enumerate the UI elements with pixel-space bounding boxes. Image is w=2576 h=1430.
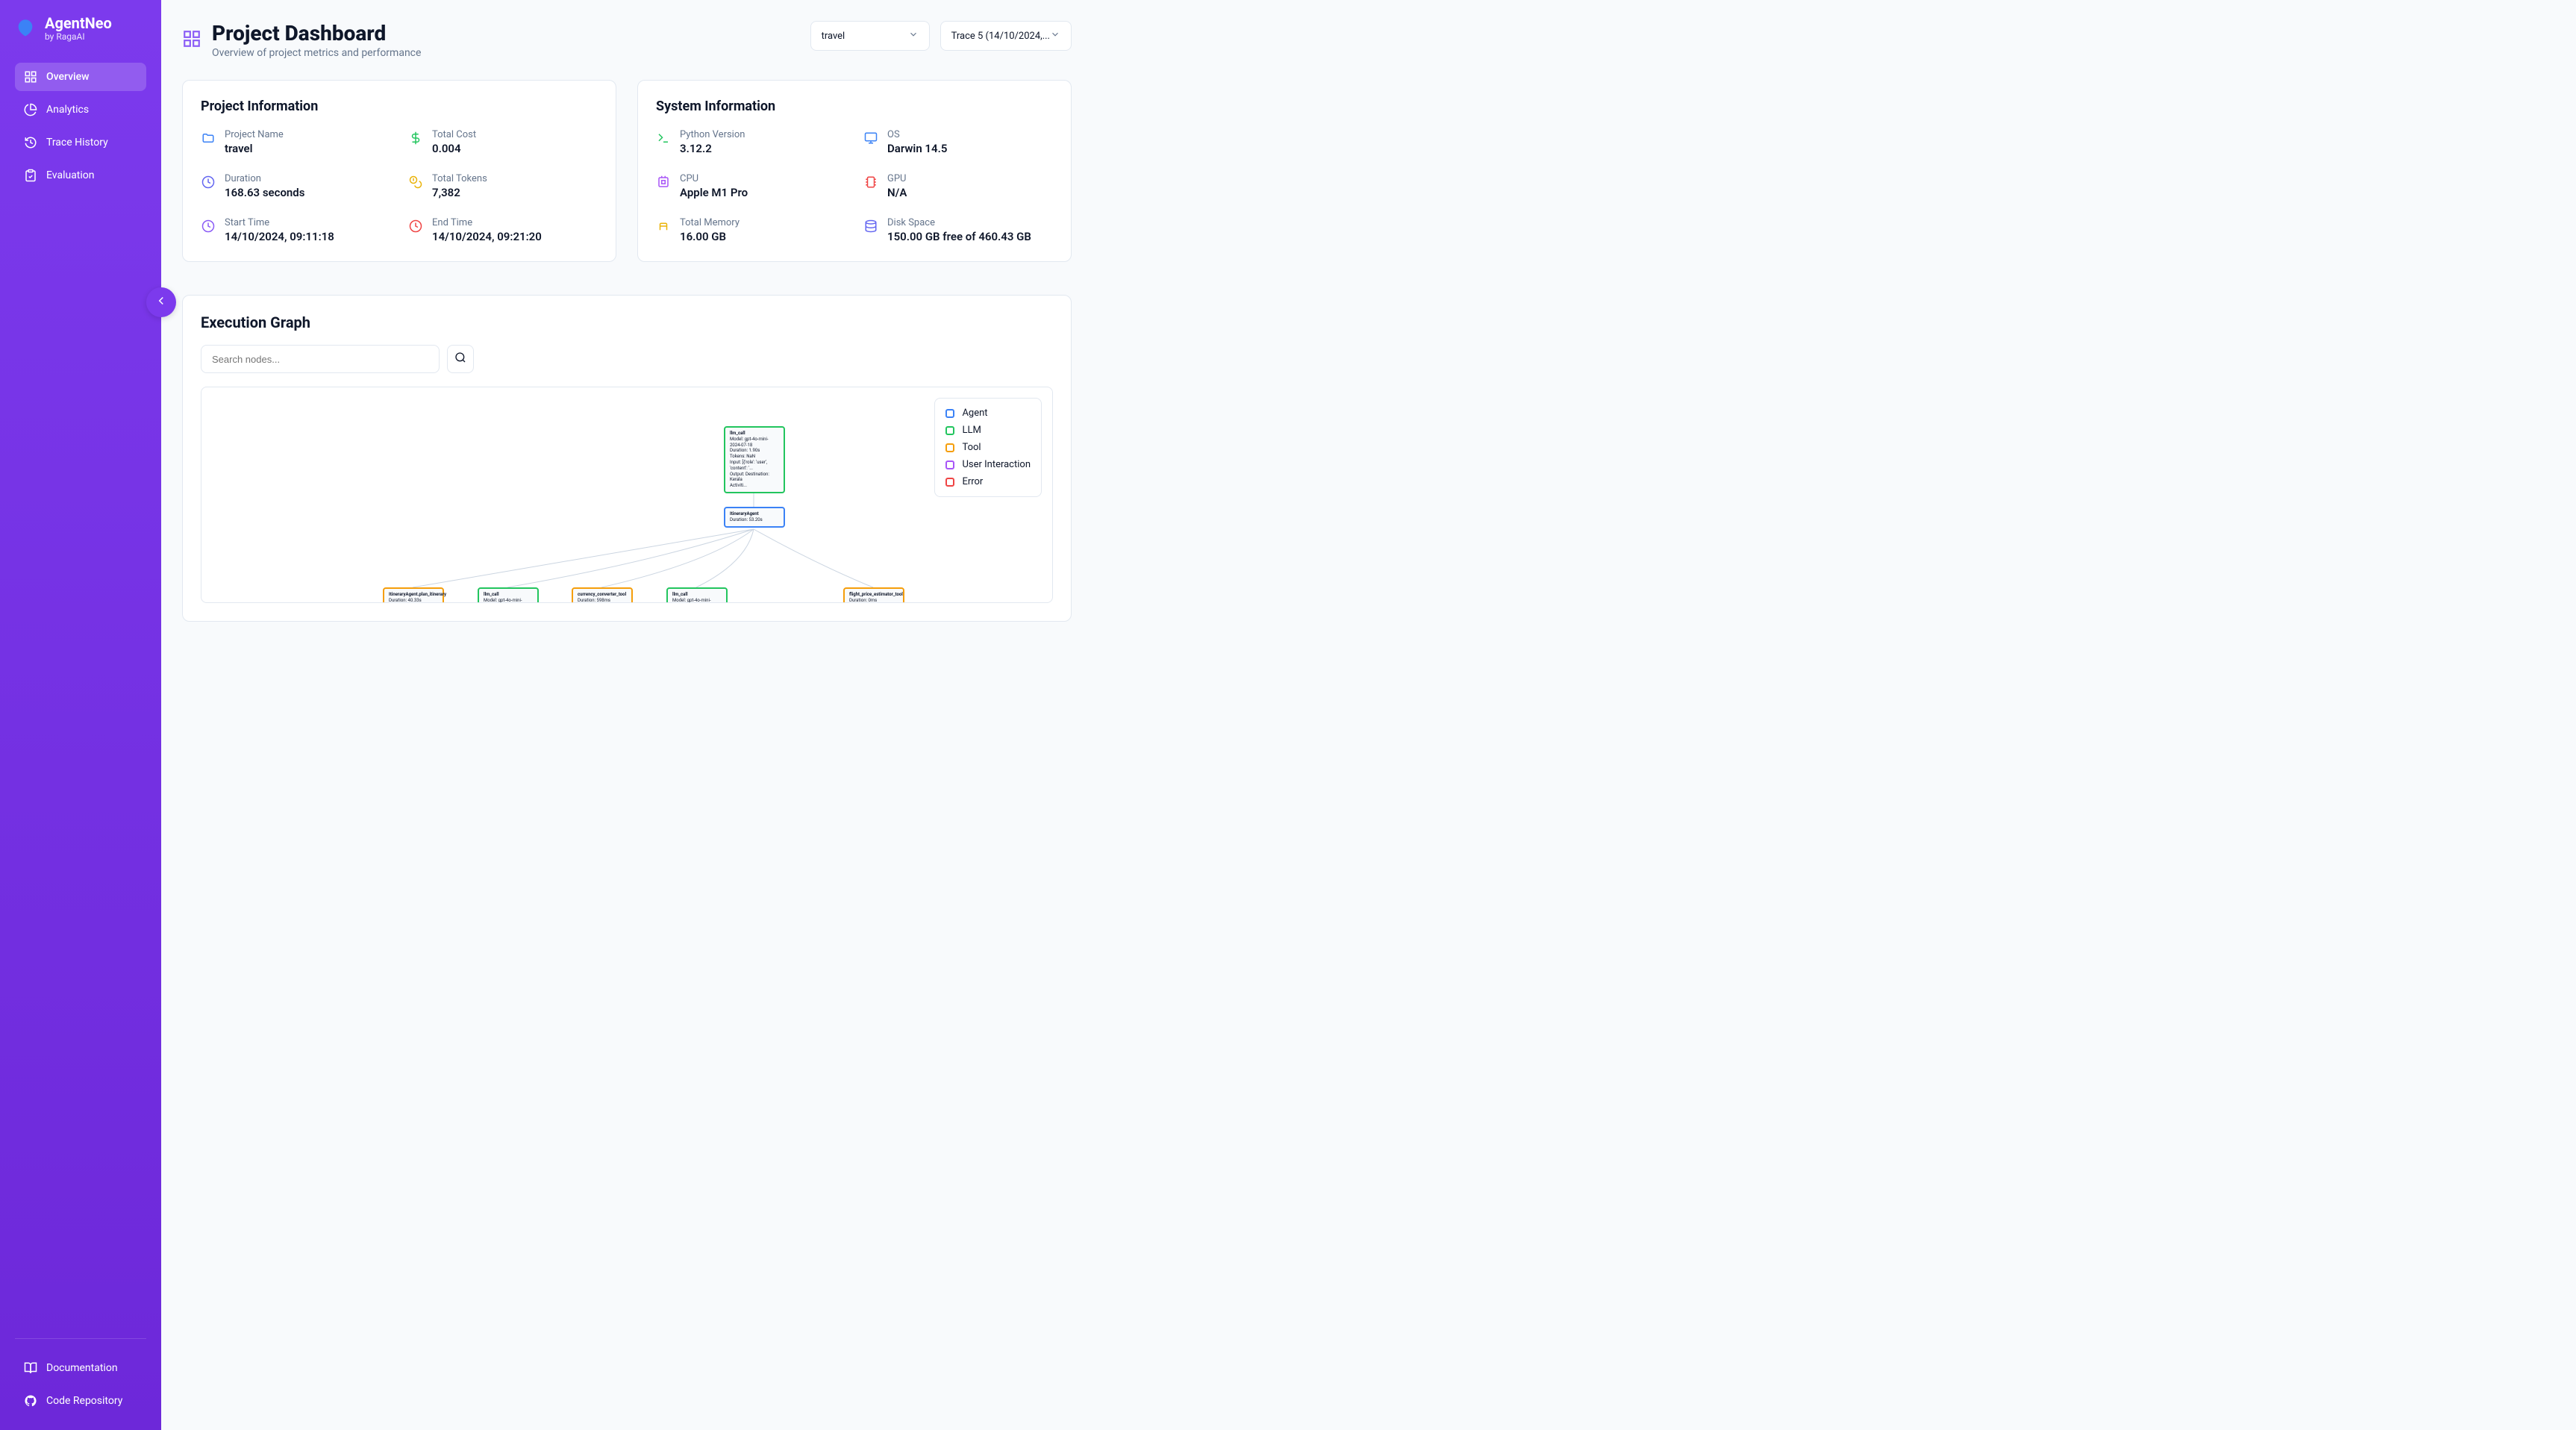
metric-total-cost: Total Cost0.004 (408, 129, 598, 155)
metric-total-tokens: Total Tokens7,382 (408, 173, 598, 199)
graph-node-llm-call-3[interactable]: llm_call Model: gpt-4o-mini-2024-07-18 D… (666, 587, 728, 603)
graph-node-llm-call-2[interactable]: llm_call Model: gpt-4o-mini-2024-07-18 D… (478, 587, 539, 603)
sidebar-item-label: Code Repository (46, 1395, 122, 1407)
brand: AgentNeo by RagaAI (15, 15, 146, 42)
page-header: Project Dashboard Overview of project me… (182, 21, 1072, 59)
brand-subtitle: by RagaAI (45, 31, 112, 42)
sidebar-footer: Documentation Code Repository (15, 1338, 146, 1415)
folder-icon (201, 131, 216, 146)
sidebar-item-evaluation[interactable]: Evaluation (15, 161, 146, 190)
metric-project-name: Project Nametravel (201, 129, 390, 155)
graph-legend: Agent LLM Tool User Interaction Error (934, 398, 1042, 497)
legend-swatch-icon (945, 443, 954, 452)
graph-node-itinerary-agent[interactable]: ItineraryAgent Duration: 53.20s (724, 507, 785, 528)
legend-swatch-icon (945, 478, 954, 487)
legend-swatch-icon (945, 426, 954, 435)
sidebar-item-label: Analytics (46, 104, 89, 116)
dashboard-icon (24, 70, 37, 84)
chevron-down-icon (908, 29, 919, 43)
metric-memory: Total Memory16.00 GB (656, 217, 845, 243)
cpu-icon (656, 175, 671, 190)
metric-python: Python Version3.12.2 (656, 129, 845, 155)
system-info-title: System Information (656, 99, 1053, 114)
project-select[interactable]: travel (810, 21, 930, 51)
graph-node-currency-converter[interactable]: currency_converter_tool Duration: 598ms … (572, 587, 633, 603)
sidebar-item-label: Documentation (46, 1362, 118, 1374)
metric-start-time: Start Time14/10/2024, 09:11:18 (201, 217, 390, 243)
execution-graph-card: Execution Graph llm_call Model: gpt-4o-m… (182, 295, 1072, 622)
page-title: Project Dashboard (212, 21, 421, 46)
chip-icon (863, 175, 878, 190)
graph-canvas[interactable]: llm_call Model: gpt-4o-mini-2024-07-18 D… (201, 387, 1053, 603)
sidebar: AgentNeo by RagaAI Overview Analytics Tr… (0, 0, 161, 1430)
sidebar-item-documentation[interactable]: Documentation (15, 1354, 146, 1382)
sidebar-item-label: Overview (46, 71, 89, 83)
graph-edges (201, 387, 1052, 602)
metric-disk: Disk Space150.00 GB free of 460.43 GB (863, 217, 1053, 243)
sidebar-item-analytics[interactable]: Analytics (15, 96, 146, 124)
sidebar-item-label: Trace History (46, 137, 108, 149)
sidebar-nav: Overview Analytics Trace History Evaluat… (15, 63, 146, 190)
project-select-value: travel (822, 31, 845, 42)
dollar-icon (408, 131, 423, 146)
memory-icon (656, 219, 671, 234)
system-info-card: System Information Python Version3.12.2 … (637, 80, 1072, 262)
coins-icon (408, 175, 423, 190)
chevron-down-icon (1050, 29, 1060, 43)
dashboard-icon (182, 29, 201, 51)
execution-graph-title: Execution Graph (201, 313, 1053, 331)
pie-chart-icon (24, 103, 37, 116)
legend-tool: Tool (945, 442, 1031, 453)
clock-icon (201, 219, 216, 234)
clock-icon (201, 175, 216, 190)
search-icon (454, 352, 466, 366)
brand-logo-icon (15, 18, 36, 39)
github-icon (24, 1394, 37, 1408)
graph-node-llm-call[interactable]: llm_call Model: gpt-4o-mini-2024-07-18 D… (724, 426, 785, 493)
legend-llm: LLM (945, 425, 1031, 436)
metric-os: OSDarwin 14.5 (863, 129, 1053, 155)
metric-cpu: CPUApple M1 Pro (656, 173, 845, 199)
sidebar-item-label: Evaluation (46, 169, 95, 181)
project-info-card: Project Information Project Nametravel T… (182, 80, 616, 262)
sidebar-collapse-button[interactable] (146, 287, 176, 317)
trace-select[interactable]: Trace 5 (14/10/2024,... (940, 21, 1072, 51)
sidebar-item-overview[interactable]: Overview (15, 63, 146, 91)
sidebar-item-trace-history[interactable]: Trace History (15, 128, 146, 157)
brand-title: AgentNeo (45, 15, 112, 31)
legend-agent: Agent (945, 408, 1031, 419)
legend-error: Error (945, 476, 1031, 487)
graph-node-flight-price[interactable]: flight_price_estimator_tool Duration: 0m… (843, 587, 904, 603)
trace-select-value: Trace 5 (14/10/2024,... (951, 31, 1050, 42)
database-icon (863, 219, 878, 234)
book-icon (24, 1361, 37, 1375)
page-subtitle: Overview of project metrics and performa… (212, 47, 421, 59)
main-content: Project Dashboard Overview of project me… (161, 0, 1092, 643)
search-nodes-input[interactable] (201, 345, 440, 373)
project-info-title: Project Information (201, 99, 598, 114)
clock-icon (408, 219, 423, 234)
graph-node-plan-itinerary[interactable]: ItineraryAgent.plan_itinerary Duration: … (383, 587, 444, 603)
search-button[interactable] (447, 345, 474, 373)
legend-swatch-icon (945, 409, 954, 418)
metric-gpu: GPUN/A (863, 173, 1053, 199)
chevron-left-icon (154, 294, 168, 310)
legend-user-interaction: User Interaction (945, 459, 1031, 470)
clipboard-check-icon (24, 169, 37, 182)
sidebar-item-code-repository[interactable]: Code Repository (15, 1387, 146, 1415)
terminal-icon (656, 131, 671, 146)
legend-swatch-icon (945, 460, 954, 469)
metric-duration: Duration168.63 seconds (201, 173, 390, 199)
metric-end-time: End Time14/10/2024, 09:21:20 (408, 217, 598, 243)
history-icon (24, 136, 37, 149)
monitor-icon (863, 131, 878, 146)
